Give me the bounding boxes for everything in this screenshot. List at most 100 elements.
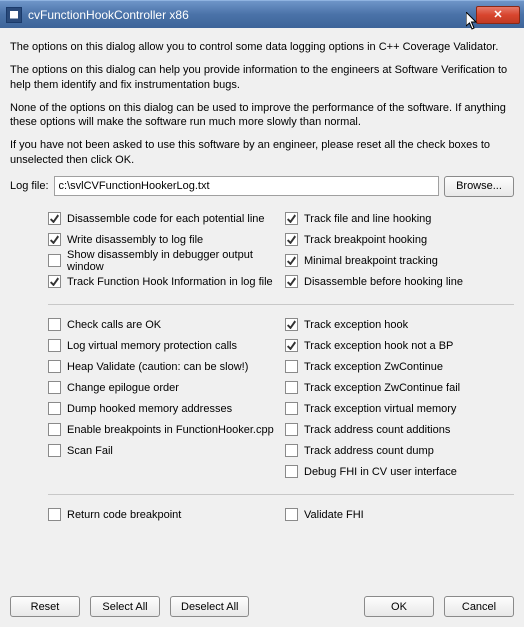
g2-left-checkbox-0[interactable] [48, 318, 61, 331]
button-row: Reset Select All Deselect All OK Cancel [10, 596, 514, 617]
g1-left-checkbox-0[interactable] [48, 212, 61, 225]
g3-right-row-0[interactable]: Validate FHI [285, 506, 514, 524]
g2-left-label-6: Scan Fail [67, 445, 113, 457]
g3-right-checkbox-0[interactable] [285, 508, 298, 521]
separator-1 [48, 304, 514, 305]
window-title: cvFunctionHookController x86 [28, 8, 476, 22]
g2-left-label-3: Change epilogue order [67, 382, 179, 394]
intro-p2: The options on this dialog can help you … [10, 63, 514, 93]
g2-right-checkbox-3[interactable] [285, 381, 298, 394]
g2-right-row-0[interactable]: Track exception hook [285, 316, 514, 334]
g1-left-label-2: Show disassembly in debugger output wind… [67, 249, 277, 273]
log-file-input[interactable] [54, 176, 439, 196]
g1-right-checkbox-2[interactable] [285, 254, 298, 267]
g2-left-row-1[interactable]: Log virtual memory protection calls [48, 337, 277, 355]
g2-right-row-2[interactable]: Track exception ZwContinue [285, 358, 514, 376]
g1-left-label-3: Track Function Hook Information in log f… [67, 276, 273, 288]
g2-left-label-4: Dump hooked memory addresses [67, 403, 232, 415]
g2-right-label-3: Track exception ZwContinue fail [304, 382, 460, 394]
g2-right-checkbox-4[interactable] [285, 402, 298, 415]
g1-right-row-0[interactable]: Track file and line hooking [285, 210, 514, 228]
browse-button[interactable]: Browse... [444, 176, 514, 197]
g2-right-checkbox-6[interactable] [285, 444, 298, 457]
g2-right-label-5: Track address count additions [304, 424, 450, 436]
g2-left-row-4[interactable]: Dump hooked memory addresses [48, 400, 277, 418]
g2-right-row-5[interactable]: Track address count additions [285, 421, 514, 439]
g2-left-row-2[interactable]: Heap Validate (caution: can be slow!) [48, 358, 277, 376]
checkbox-group-2: Check calls are OK Log virtual memory pro… [10, 313, 514, 484]
g1-right-label-0: Track file and line hooking [304, 213, 431, 225]
g2-left-row-0[interactable]: Check calls are OK [48, 316, 277, 334]
g3-right-label-0: Validate FHI [304, 509, 364, 521]
g1-left-row-1[interactable]: Write disassembly to log file [48, 231, 277, 249]
g2-right-row-6[interactable]: Track address count dump [285, 442, 514, 460]
g3-left-label-0: Return code breakpoint [67, 509, 181, 521]
g3-left-row-0[interactable]: Return code breakpoint [48, 506, 277, 524]
g1-left-label-0: Disassemble code for each potential line [67, 213, 265, 225]
intro-p4: If you have not been asked to use this s… [10, 138, 514, 168]
dialog-body: The options on this dialog allow you to … [0, 28, 524, 627]
g1-left-checkbox-1[interactable] [48, 233, 61, 246]
g2-right-label-0: Track exception hook [304, 319, 408, 331]
g2-right-checkbox-7[interactable] [285, 465, 298, 478]
g2-right-checkbox-0[interactable] [285, 318, 298, 331]
titlebar: cvFunctionHookController x86 ✕ [0, 0, 524, 28]
g2-left-checkbox-5[interactable] [48, 423, 61, 436]
cancel-button[interactable]: Cancel [444, 596, 514, 617]
log-file-row: Log file: Browse... [10, 176, 514, 197]
g2-right-row-4[interactable]: Track exception virtual memory [285, 400, 514, 418]
g1-left-checkbox-2[interactable] [48, 254, 61, 267]
g2-left-row-5[interactable]: Enable breakpoints in FunctionHooker.cpp [48, 421, 277, 439]
g2-left-label-1: Log virtual memory protection calls [67, 340, 237, 352]
checkbox-group-1: Disassemble code for each potential line… [10, 207, 514, 294]
g3-left-checkbox-0[interactable] [48, 508, 61, 521]
g1-left-row-0[interactable]: Disassemble code for each potential line [48, 210, 277, 228]
g2-left-label-5: Enable breakpoints in FunctionHooker.cpp [67, 424, 274, 436]
g2-right-label-6: Track address count dump [304, 445, 434, 457]
g1-right-label-1: Track breakpoint hooking [304, 234, 427, 246]
g1-left-label-1: Write disassembly to log file [67, 234, 203, 246]
g2-left-row-6[interactable]: Scan Fail [48, 442, 277, 460]
g2-right-row-1[interactable]: Track exception hook not a BP [285, 337, 514, 355]
g1-right-label-2: Minimal breakpoint tracking [304, 255, 438, 267]
g2-right-checkbox-1[interactable] [285, 339, 298, 352]
g1-right-row-1[interactable]: Track breakpoint hooking [285, 231, 514, 249]
g2-right-checkbox-2[interactable] [285, 360, 298, 373]
close-icon: ✕ [493, 8, 502, 21]
separator-2 [48, 494, 514, 495]
g2-left-label-0: Check calls are OK [67, 319, 161, 331]
intro-p1: The options on this dialog allow you to … [10, 40, 514, 55]
g1-right-row-2[interactable]: Minimal breakpoint tracking [285, 252, 514, 270]
g2-right-label-4: Track exception virtual memory [304, 403, 456, 415]
g2-left-row-3[interactable]: Change epilogue order [48, 379, 277, 397]
g2-left-label-2: Heap Validate (caution: can be slow!) [67, 361, 248, 373]
g2-right-checkbox-5[interactable] [285, 423, 298, 436]
g2-right-label-2: Track exception ZwContinue [304, 361, 443, 373]
ok-button[interactable]: OK [364, 596, 434, 617]
g2-left-checkbox-4[interactable] [48, 402, 61, 415]
g1-right-checkbox-0[interactable] [285, 212, 298, 225]
reset-button[interactable]: Reset [10, 596, 80, 617]
intro-p3: None of the options on this dialog can b… [10, 101, 514, 131]
g2-right-label-1: Track exception hook not a BP [304, 340, 453, 352]
g1-right-checkbox-1[interactable] [285, 233, 298, 246]
g2-right-row-7[interactable]: Debug FHI in CV user interface [285, 463, 514, 481]
g2-right-row-3[interactable]: Track exception ZwContinue fail [285, 379, 514, 397]
deselect-all-button[interactable]: Deselect All [170, 596, 249, 617]
g2-right-label-7: Debug FHI in CV user interface [304, 466, 457, 478]
g2-left-checkbox-2[interactable] [48, 360, 61, 373]
g1-left-row-2[interactable]: Show disassembly in debugger output wind… [48, 252, 277, 270]
select-all-button[interactable]: Select All [90, 596, 160, 617]
g1-right-row-3[interactable]: Disassemble before hooking line [285, 273, 514, 291]
checkbox-group-3: Return code breakpoint Validate FHI [10, 503, 514, 527]
g2-left-checkbox-6[interactable] [48, 444, 61, 457]
log-file-label: Log file: [10, 180, 49, 192]
g2-left-checkbox-1[interactable] [48, 339, 61, 352]
app-icon [6, 7, 22, 23]
g1-left-row-3[interactable]: Track Function Hook Information in log f… [48, 273, 277, 291]
g1-right-checkbox-3[interactable] [285, 275, 298, 288]
g1-right-label-3: Disassemble before hooking line [304, 276, 463, 288]
g1-left-checkbox-3[interactable] [48, 275, 61, 288]
close-button[interactable]: ✕ [476, 6, 520, 24]
g2-left-checkbox-3[interactable] [48, 381, 61, 394]
